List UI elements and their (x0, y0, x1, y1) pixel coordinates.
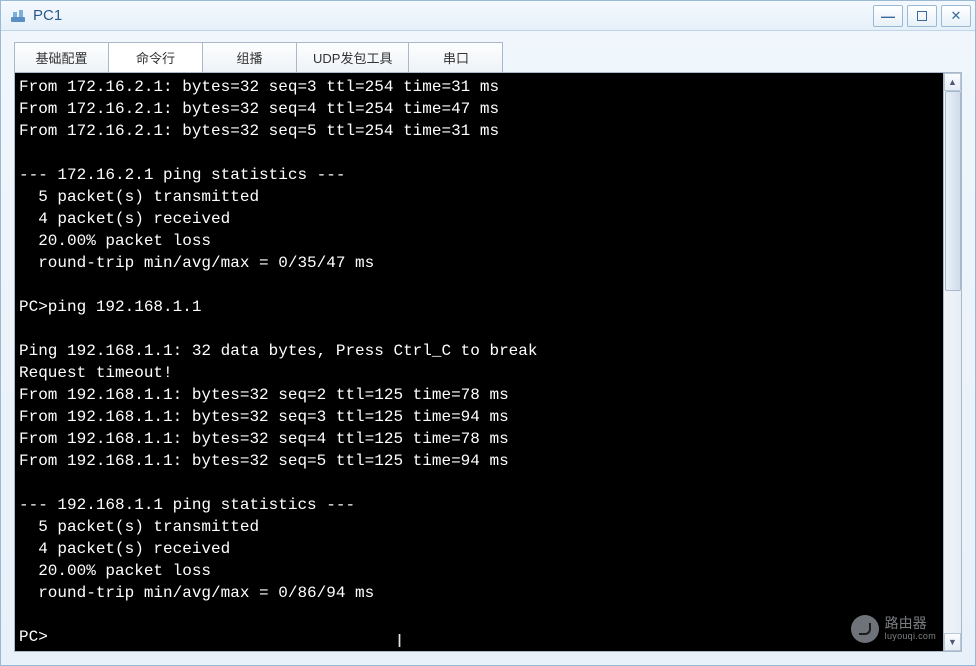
close-icon: ✕ (951, 8, 962, 24)
scroll-down-arrow[interactable]: ▼ (944, 633, 961, 651)
window-controls: — ✕ (873, 5, 971, 27)
tab-bar: 基础配置 命令行 组播 UDP发包工具 串口 (14, 42, 962, 72)
tab-command-line[interactable]: 命令行 (108, 42, 203, 72)
app-window: PC1 — ✕ 基础配置 命令行 组播 UDP发包工具 串口 From 172.… (0, 0, 976, 666)
scroll-thumb[interactable] (945, 91, 961, 291)
tab-udp-tool[interactable]: UDP发包工具 (296, 42, 409, 72)
title-bar[interactable]: PC1 — ✕ (1, 1, 975, 31)
tab-serial[interactable]: 串口 (408, 42, 503, 72)
terminal-panel: From 172.16.2.1: bytes=32 seq=3 ttl=254 … (14, 72, 962, 652)
minimize-button[interactable]: — (873, 5, 903, 27)
scroll-up-arrow[interactable]: ▲ (944, 73, 961, 91)
maximize-icon (917, 11, 927, 21)
terminal-output[interactable]: From 172.16.2.1: bytes=32 seq=3 ttl=254 … (15, 73, 943, 651)
window-title: PC1 (33, 7, 873, 24)
tab-multicast[interactable]: 组播 (202, 42, 297, 72)
vertical-scrollbar[interactable]: ▲ ▼ (943, 73, 961, 651)
tab-basic-config[interactable]: 基础配置 (14, 42, 109, 72)
app-icon (9, 7, 27, 25)
minimize-icon: — (881, 8, 895, 24)
maximize-button[interactable] (907, 5, 937, 27)
close-button[interactable]: ✕ (941, 5, 971, 27)
content-area: 基础配置 命令行 组播 UDP发包工具 串口 From 172.16.2.1: … (1, 31, 975, 665)
